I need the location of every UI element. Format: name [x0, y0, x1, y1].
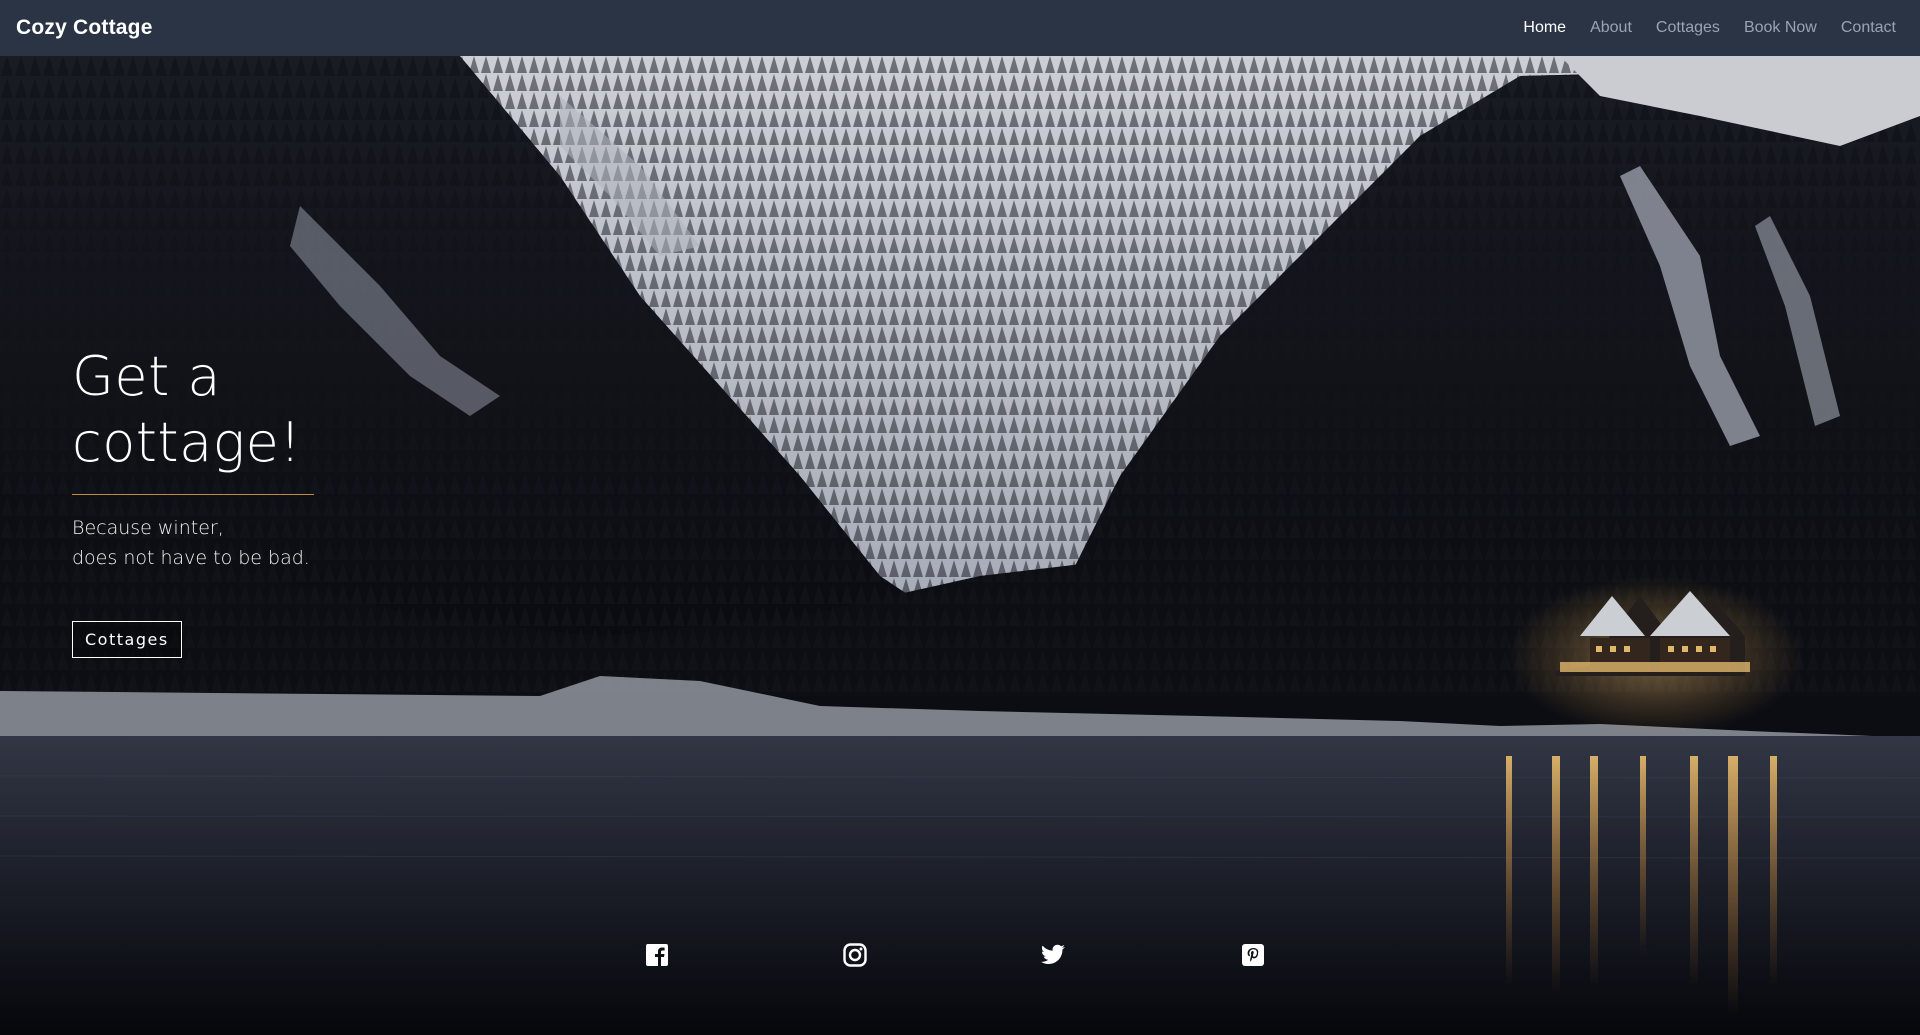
social-links	[0, 942, 1920, 972]
hero-subtitle-line1: Because winter,	[72, 517, 224, 539]
nav-links: Home About Cottages Book Now Contact	[1511, 19, 1896, 37]
nav-link-contact[interactable]: Contact	[1829, 19, 1896, 37]
nav-link-book-now[interactable]: Book Now	[1732, 19, 1829, 37]
brand-logo[interactable]: Cozy Cottage	[16, 16, 153, 40]
nav-link-cottages[interactable]: Cottages	[1644, 19, 1732, 37]
nav-link-about[interactable]: About	[1578, 19, 1644, 37]
instagram-icon[interactable]	[842, 942, 868, 968]
hero-divider	[72, 494, 314, 495]
nav-link-home[interactable]: Home	[1511, 19, 1578, 37]
hero-subtitle-line2: does not have to be bad.	[72, 547, 310, 569]
facebook-icon[interactable]	[644, 942, 670, 968]
cottages-button[interactable]: Cottages	[72, 621, 182, 658]
hero-title: Get a cottage!	[72, 345, 302, 474]
hero-subtitle: Because winter, does not have to be bad.	[72, 513, 492, 573]
hero-content: Get a cottage! Because winter, does not …	[72, 344, 492, 658]
navbar: Cozy Cottage Home About Cottages Book No…	[0, 0, 1920, 56]
hero-section: Get a cottage! Because winter, does not …	[0, 56, 1920, 1035]
pinterest-icon[interactable]	[1240, 942, 1266, 968]
twitter-icon[interactable]	[1040, 942, 1066, 968]
